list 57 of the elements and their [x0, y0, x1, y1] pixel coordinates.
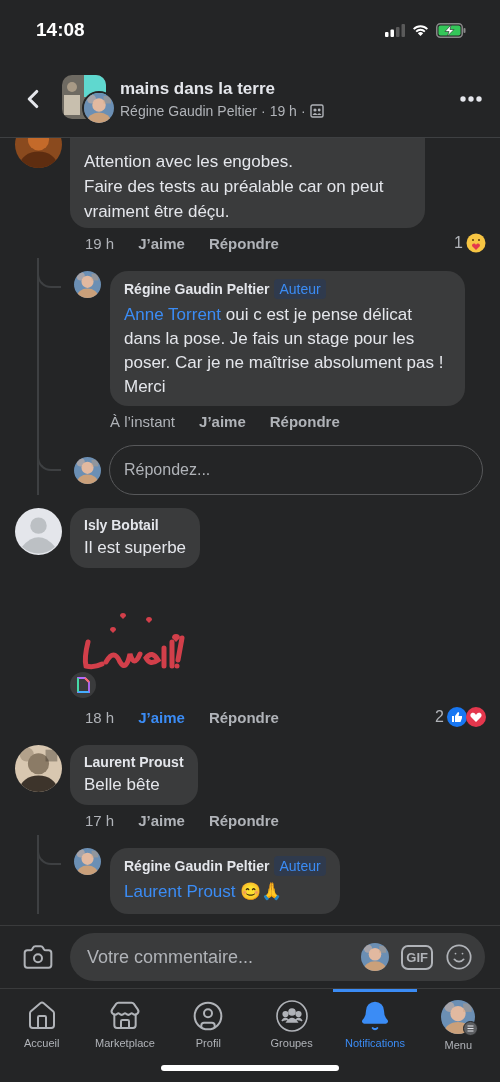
comment-time: 19 h [85, 234, 115, 252]
reply-field[interactable]: Répondez... [109, 445, 483, 495]
comment-time: 17 h [85, 811, 115, 829]
comment-text: Belle bête [84, 774, 161, 796]
reaction-count: 1 [454, 234, 463, 252]
group-audience-icon [309, 103, 324, 118]
nav-tab[interactable]: Menu [416, 989, 500, 1051]
author-badge: Auteur [274, 856, 326, 876]
emoji-button[interactable] [445, 943, 473, 971]
love-reaction-icon [466, 707, 486, 727]
post-author[interactable]: Régine Gaudin Peltier [120, 102, 257, 119]
file-icon [76, 677, 90, 693]
nav-tab[interactable]: Marketplace [83, 989, 167, 1051]
comment-text: Il est superbe [84, 537, 187, 559]
gif-button[interactable]: GIF [401, 944, 433, 970]
signal-icon [385, 23, 405, 37]
like-link[interactable]: J’aime [138, 708, 185, 726]
nav-tab[interactable]: Groupes [250, 989, 334, 1051]
reply-link[interactable]: Répondre [208, 811, 279, 829]
nav-tab[interactable]: Profil [166, 989, 250, 1051]
comment-time: À l’instant [110, 412, 176, 430]
comment-field[interactable]: Votre commentaire... GIF [70, 933, 485, 981]
reply-link[interactable]: Répondre [208, 708, 279, 726]
groups-icon [275, 1000, 308, 1032]
author-name[interactable]: Régine Gaudin Peltier [124, 857, 270, 875]
comment-text: Attention avec les engobes. Faire des tests au préalable car on peut vraiment être déçu. [84, 151, 385, 223]
author-name[interactable]: Régine Gaudin Peltier [124, 280, 270, 298]
reaction-count: 2 [435, 708, 444, 726]
author-badge: Auteur [274, 279, 326, 299]
more-button[interactable] [460, 95, 482, 102]
comment-time: 18 h [85, 708, 115, 726]
battery-charging-icon [436, 22, 466, 38]
like-link[interactable]: J’aime [199, 412, 246, 430]
emoji-icon [445, 943, 473, 971]
profile-icon [192, 1000, 225, 1032]
store-icon [109, 1000, 141, 1032]
like-link[interactable]: J’aime [138, 811, 185, 829]
like-reaction-icon [447, 707, 467, 727]
wifi-icon [411, 23, 430, 37]
reply-link[interactable]: Répondre [208, 234, 279, 252]
group-title[interactable]: mains dans la terre [120, 78, 460, 99]
menu-icon [463, 1021, 479, 1036]
author-name[interactable]: Laurent Proust [84, 753, 184, 771]
like-link[interactable]: J’aime [138, 234, 185, 252]
reply-link[interactable]: Répondre [269, 412, 340, 430]
nav-tab[interactable]: Accueil [0, 989, 84, 1051]
hug-emoji-icon [466, 233, 486, 253]
separator-dot: · [261, 102, 266, 119]
more-icon [460, 95, 482, 102]
nav-tab[interactable]: Notifications [333, 989, 417, 1051]
status-time: 14:08 [36, 19, 85, 41]
author-name[interactable]: Isly Bobtail [84, 516, 187, 534]
separator-dot: · [300, 102, 306, 119]
reply-text: Laurent Proust 😊🙏 [124, 881, 284, 903]
reply-text: Anne Torrent oui c est je pense délicat dans la pose. Je fais un stage pour les poser. Car je ne maîtrise absolument pas ! Merci [124, 304, 445, 398]
default-avatar-icon [15, 508, 62, 555]
post-time: 19 h [269, 102, 297, 119]
